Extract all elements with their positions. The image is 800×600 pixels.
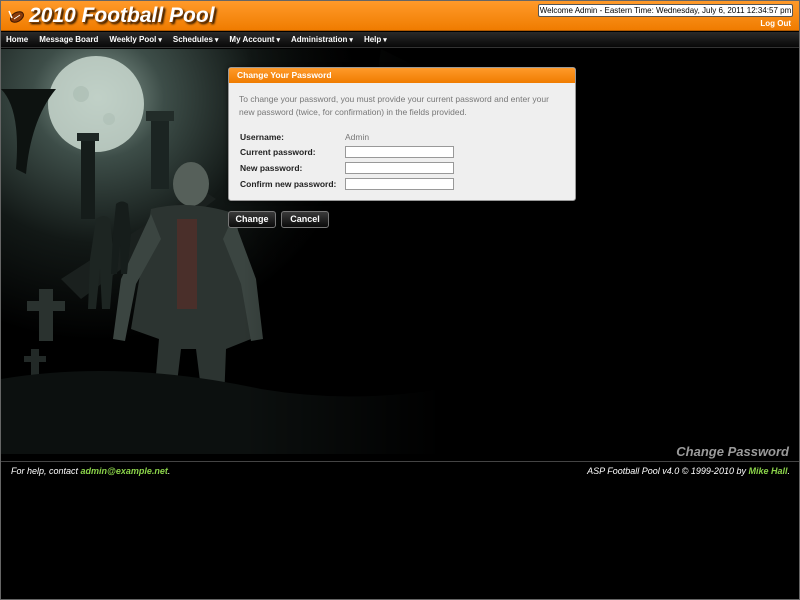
footer-credit: ASP Football Pool v4.0 © 1999-2010 by Mi… bbox=[587, 466, 790, 476]
chevron-down-icon: ▾ bbox=[158, 37, 162, 44]
username-label: Username: bbox=[240, 132, 284, 142]
logout-link[interactable]: Log Out bbox=[760, 19, 791, 28]
welcome-status: Welcome Admin - Eastern Time: Wednesday,… bbox=[538, 4, 793, 17]
nav-label: Schedules bbox=[172, 35, 213, 44]
new-password-row: New password: bbox=[240, 162, 570, 176]
footer-help-suffix: . bbox=[167, 466, 171, 476]
footer-help: For help, contact admin@example.net. bbox=[11, 466, 170, 476]
chevron-down-icon: ▾ bbox=[214, 37, 219, 44]
username-row: Username: Admin bbox=[240, 131, 570, 145]
nav-label: Administration bbox=[290, 35, 348, 44]
confirm-password-label: Confirm new password: bbox=[240, 179, 337, 189]
nav-item-administration[interactable]: Administration ▾ bbox=[291, 35, 353, 44]
chevron-down-icon: ▾ bbox=[349, 37, 353, 44]
footer-credit-suffix: . bbox=[787, 466, 790, 476]
nav-item-weekly-pool[interactable]: Weekly Pool ▾ bbox=[109, 35, 162, 44]
dialog-description: To change your password, you must provid… bbox=[239, 94, 549, 117]
nav-item-home[interactable]: Home bbox=[6, 35, 28, 44]
header-bar: 2010 Football Pool Welcome Admin - Easte… bbox=[1, 1, 799, 31]
new-password-input[interactable] bbox=[345, 162, 454, 174]
nav-label: Help bbox=[363, 35, 382, 44]
footer-credit-prefix: ASP Football Pool v4.0 © 1999-2010 by bbox=[587, 466, 749, 476]
confirm-password-row: Confirm new password: bbox=[240, 178, 570, 192]
dialog-title: Change Your Password bbox=[229, 68, 575, 83]
confirm-password-input[interactable] bbox=[345, 178, 454, 190]
new-password-label: New password: bbox=[240, 163, 303, 173]
nav-item-help[interactable]: Help ▾ bbox=[364, 35, 387, 44]
footer-help-prefix: For help, contact bbox=[11, 466, 81, 476]
author-link[interactable]: Mike Hall bbox=[748, 466, 787, 476]
current-password-input[interactable] bbox=[345, 146, 454, 158]
cancel-button[interactable]: Cancel bbox=[281, 211, 329, 228]
nav-label: Home bbox=[6, 35, 29, 44]
site-title: 2010 Football Pool bbox=[29, 4, 215, 27]
main-nav: Home Message Board Weekly Pool ▾ Schedule… bbox=[1, 32, 799, 48]
current-password-row: Current password: bbox=[240, 146, 570, 160]
change-button[interactable]: Change bbox=[228, 211, 276, 228]
help-email-link[interactable]: admin@example.net bbox=[81, 466, 168, 476]
nav-label: Message Board bbox=[39, 35, 99, 44]
change-password-dialog: Change Your Password To change your pass… bbox=[228, 67, 576, 201]
chevron-down-icon: ▾ bbox=[276, 37, 280, 44]
page-caption: Change Password bbox=[676, 444, 789, 459]
nav-item-my-account[interactable]: My Account ▾ bbox=[229, 35, 280, 44]
nav-item-schedules[interactable]: Schedules ▾ bbox=[173, 35, 219, 44]
footer-divider bbox=[1, 461, 799, 462]
current-password-label: Current password: bbox=[240, 147, 316, 157]
chevron-down-icon: ▾ bbox=[383, 37, 387, 44]
nav-label: My Account bbox=[229, 35, 275, 44]
nav-label: Weekly Pool bbox=[109, 35, 157, 44]
nav-item-message-board[interactable]: Message Board bbox=[39, 35, 98, 44]
username-value: Admin bbox=[345, 132, 370, 142]
football-icon bbox=[8, 10, 24, 23]
